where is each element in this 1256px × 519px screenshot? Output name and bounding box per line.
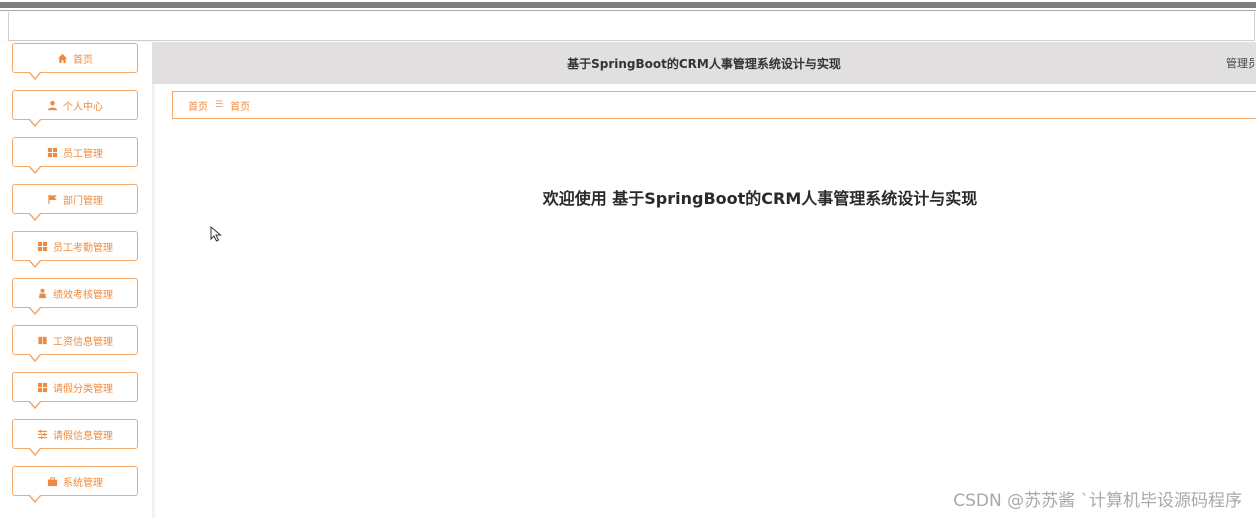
welcome-message: 欢迎使用 基于SpringBoot的CRM人事管理系统设计与实现: [542, 189, 978, 208]
sidebar-item-label: 员工管理: [63, 148, 103, 160]
current-user[interactable]: 管理员: [1226, 55, 1254, 71]
book-icon: [37, 335, 48, 346]
sidebar-item-leave-info-management[interactable]: 请假信息管理: [12, 419, 138, 456]
flag-icon: [47, 194, 58, 205]
sidebar-item-leave-category-management[interactable]: 请假分类管理: [12, 372, 138, 409]
breadcrumb: 首页 ☰ 首页: [172, 91, 1256, 119]
top-empty-bar: [8, 12, 1255, 41]
callout-tail: [29, 354, 41, 362]
sidebar-item-label: 工资信息管理: [53, 336, 113, 348]
sidebar-item-label: 部门管理: [63, 195, 103, 207]
mouse-cursor-icon: [210, 226, 222, 242]
person-icon: [37, 288, 48, 299]
breadcrumb-current: 首页: [230, 101, 251, 113]
sidebar-item-salary-management[interactable]: 工资信息管理: [12, 325, 138, 362]
sidebar-item-performance-management[interactable]: 绩效考核管理: [12, 278, 138, 315]
briefcase-icon: [47, 476, 58, 487]
sidebar-item-label: 请假信息管理: [53, 430, 113, 442]
breadcrumb-home[interactable]: 首页: [188, 98, 208, 113]
grid-icon: [47, 147, 58, 158]
sidebar-item-label: 首页: [73, 54, 93, 66]
app-title: 基于SpringBoot的CRM人事管理系统设计与实现: [567, 57, 841, 71]
callout-tail: [29, 213, 41, 221]
user-icon: [47, 100, 58, 111]
top-divider-thin: [0, 10, 1256, 11]
top-divider-thick: [0, 2, 1256, 8]
sidebar-item-personal-center[interactable]: 个人中心: [12, 90, 138, 127]
grid-icon: [37, 241, 48, 252]
sidebar-item-label: 请假分类管理: [53, 383, 113, 395]
callout-tail: [29, 119, 41, 127]
sidebar-item-label: 员工考勤管理: [53, 242, 113, 254]
callout-tail: [29, 401, 41, 409]
home-icon: [57, 53, 68, 64]
sidebar: 首页 个人中心 员工管理 部门管理 员工考勤管理 绩效考核管理 工资信息管理 请…: [0, 42, 152, 519]
grid-icon: [37, 382, 48, 393]
callout-tail: [29, 307, 41, 315]
callout-tail: [29, 166, 41, 174]
sidebar-item-department-management[interactable]: 部门管理: [12, 184, 138, 221]
sidebar-item-home[interactable]: 首页: [12, 43, 138, 80]
browser-top-chrome: [0, 0, 1256, 42]
sidebar-item-label: 个人中心: [63, 101, 103, 113]
callout-tail: [29, 260, 41, 268]
callout-tail: [29, 72, 41, 80]
sidebar-item-attendance-management[interactable]: 员工考勤管理: [12, 231, 138, 268]
sidebar-item-employee-management[interactable]: 员工管理: [12, 137, 138, 174]
sidebar-item-label: 系统管理: [63, 477, 103, 489]
watermark: CSDN @苏苏酱 ˋ计算机毕设源码程序: [953, 491, 1242, 511]
top-header: 基于SpringBoot的CRM人事管理系统设计与实现 管理员: [152, 42, 1256, 84]
sidebar-item-system-management[interactable]: 系统管理: [12, 466, 138, 503]
callout-tail: [29, 495, 41, 503]
callout-tail: [29, 448, 41, 456]
sliders-icon: [37, 429, 48, 440]
breadcrumb-separator-icon: ☰: [215, 100, 224, 110]
sidebar-item-label: 绩效考核管理: [53, 289, 113, 301]
